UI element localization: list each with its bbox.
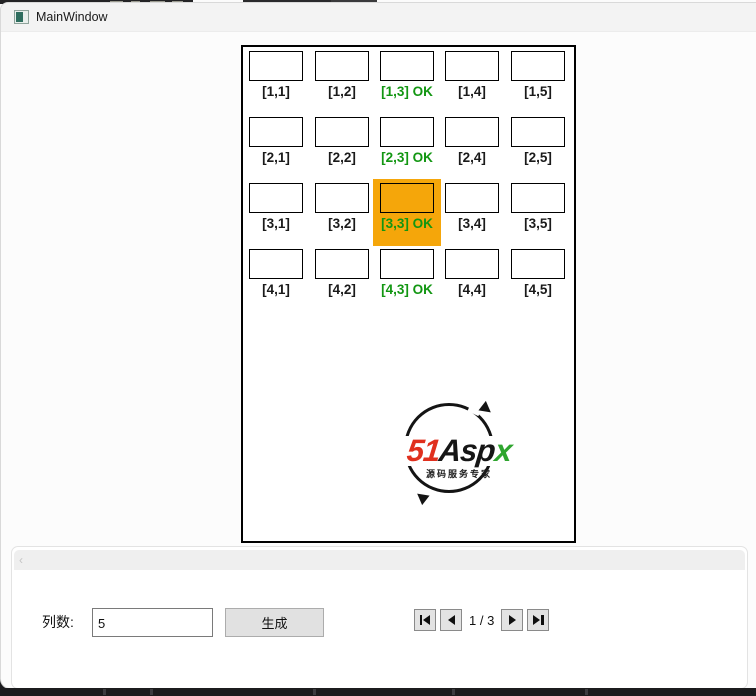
page-indicator: 1 / 3 bbox=[469, 612, 495, 628]
logo-circle-arrow-icon: 51 Asp x 源码服务专家 bbox=[395, 400, 523, 506]
grid-cell-label: [2,2] bbox=[328, 150, 356, 165]
taskbar-separator bbox=[313, 689, 316, 695]
grid-cell-label-ok: [4,3] OK bbox=[381, 282, 433, 297]
bottom-panel: ‹ 列数: 生成 1 / 3 bbox=[11, 546, 748, 688]
grid-cell[interactable] bbox=[315, 117, 369, 147]
grid-cell-1-3: [1,3] OK bbox=[380, 51, 434, 99]
triangle-right-icon bbox=[508, 615, 516, 625]
first-page-icon bbox=[419, 615, 423, 625]
triangle-left-icon bbox=[447, 615, 455, 625]
grid-cell-label: [1,1] bbox=[262, 84, 290, 99]
previous-page-button[interactable] bbox=[440, 609, 462, 631]
grid-cell-4-2: [4,2] bbox=[315, 249, 369, 297]
next-page-button[interactable] bbox=[501, 609, 524, 631]
grid-cell-label: [1,5] bbox=[524, 84, 552, 99]
grid-cell-4-4: [4,4] bbox=[445, 249, 499, 297]
taskbar-separator bbox=[103, 689, 106, 695]
grid-cell-2-2: [2,2] bbox=[315, 117, 369, 165]
title-bar[interactable]: MainWindow bbox=[1, 3, 756, 32]
grid-cell-3-2: [3,2] bbox=[315, 183, 369, 231]
logo-arrowhead-icon bbox=[478, 400, 495, 418]
grid-cell-label: [2,5] bbox=[524, 150, 552, 165]
horizontal-scrollbar[interactable]: ‹ bbox=[14, 550, 745, 570]
grid-cell-label: [1,4] bbox=[458, 84, 486, 99]
grid-cell-1-1: [1,1] bbox=[249, 51, 303, 99]
grid-cell[interactable] bbox=[511, 117, 565, 147]
last-page-button[interactable] bbox=[527, 609, 550, 631]
grid-cell[interactable] bbox=[511, 51, 565, 81]
grid-cell-2-4: [2,4] bbox=[445, 117, 499, 165]
grid-cell[interactable] bbox=[511, 183, 565, 213]
grid-cell-2-5: [2,5] bbox=[511, 117, 565, 165]
triangle-left-icon bbox=[423, 615, 431, 625]
grid-cell[interactable] bbox=[380, 51, 434, 81]
grid-cell[interactable] bbox=[249, 117, 303, 147]
grid-cell-2-1: [2,1] bbox=[249, 117, 303, 165]
generate-button[interactable]: 生成 bbox=[225, 608, 324, 637]
grid-cell-1-2: [1,2] bbox=[315, 51, 369, 99]
main-window: MainWindow [1,1] [1,2] [1,3] OK [1,4] [1… bbox=[0, 2, 756, 689]
logo-text-51: 51 bbox=[405, 433, 442, 468]
grid-cell[interactable] bbox=[445, 117, 499, 147]
grid-cell-3-5: [3,5] bbox=[511, 183, 565, 231]
grid-cell-label: [4,1] bbox=[262, 282, 290, 297]
grid-cell-label: [3,5] bbox=[524, 216, 552, 231]
taskbar-separator bbox=[452, 689, 455, 695]
triangle-right-icon bbox=[533, 615, 541, 625]
app-icon bbox=[14, 10, 29, 24]
grid-cell-label-ok: [1,3] OK bbox=[381, 84, 433, 99]
grid-cell[interactable] bbox=[511, 249, 565, 279]
grid-cell-label: [4,2] bbox=[328, 282, 356, 297]
taskbar-separator bbox=[150, 689, 153, 695]
grid-cell-3-4: [3,4] bbox=[445, 183, 499, 231]
grid-cell-selected[interactable] bbox=[380, 183, 434, 213]
last-page-icon bbox=[541, 615, 544, 625]
grid-cell-label: [2,4] bbox=[458, 150, 486, 165]
taskbar-strip bbox=[0, 688, 756, 696]
grid-cell-2-3: [2,3] OK bbox=[380, 117, 434, 165]
logo-wordmark: 51 Asp x bbox=[395, 433, 523, 468]
grid-cell-label: [3,2] bbox=[328, 216, 356, 231]
grid-cell-label: [3,1] bbox=[262, 216, 290, 231]
grid-cell-3-1: [3,1] bbox=[249, 183, 303, 231]
columns-input[interactable] bbox=[92, 608, 213, 637]
grid-cell[interactable] bbox=[445, 51, 499, 81]
grid-cell-label: [4,4] bbox=[458, 282, 486, 297]
logo-51aspx: 51 Asp x 源码服务专家 bbox=[395, 400, 523, 506]
grid-cell-4-1: [4,1] bbox=[249, 249, 303, 297]
columns-count-label: 列数: bbox=[42, 614, 74, 630]
grid-cell-4-5: [4,5] bbox=[511, 249, 565, 297]
grid-cell[interactable] bbox=[315, 51, 369, 81]
grid-cell-label: [3,4] bbox=[458, 216, 486, 231]
grid-cell-label-ok: [3,3] OK bbox=[381, 216, 433, 231]
grid-cell[interactable] bbox=[249, 249, 303, 279]
pager: 1 / 3 bbox=[414, 609, 550, 631]
logo-text-x: x bbox=[493, 433, 514, 468]
grid-cell-4-3: [4,3] OK bbox=[380, 249, 434, 297]
grid-cell[interactable] bbox=[380, 249, 434, 279]
grid-cell-1-4: [1,4] bbox=[445, 51, 499, 99]
grid-cell-label: [2,1] bbox=[262, 150, 290, 165]
grid-cell-label: [4,5] bbox=[524, 282, 552, 297]
grid-cell[interactable] bbox=[315, 249, 369, 279]
grid-cell[interactable] bbox=[380, 117, 434, 147]
grid-cell[interactable] bbox=[249, 51, 303, 81]
first-page-button[interactable] bbox=[414, 609, 436, 631]
window-title: MainWindow bbox=[36, 10, 108, 24]
grid-cell[interactable] bbox=[445, 249, 499, 279]
grid-cell-3-3-selected: [3,3] OK bbox=[373, 179, 441, 246]
grid-cell[interactable] bbox=[315, 183, 369, 213]
grid-cell-label-ok: [2,3] OK bbox=[381, 150, 433, 165]
grid-cell[interactable] bbox=[249, 183, 303, 213]
grid-cell[interactable] bbox=[445, 183, 499, 213]
grid-cell-1-5: [1,5] bbox=[511, 51, 565, 99]
grid-cell-label: [1,2] bbox=[328, 84, 356, 99]
chevron-left-icon[interactable]: ‹ bbox=[14, 550, 23, 570]
taskbar-separator bbox=[585, 689, 588, 695]
logo-subtitle: 源码服务专家 bbox=[425, 469, 492, 479]
logo-text-asp: Asp bbox=[437, 433, 497, 468]
